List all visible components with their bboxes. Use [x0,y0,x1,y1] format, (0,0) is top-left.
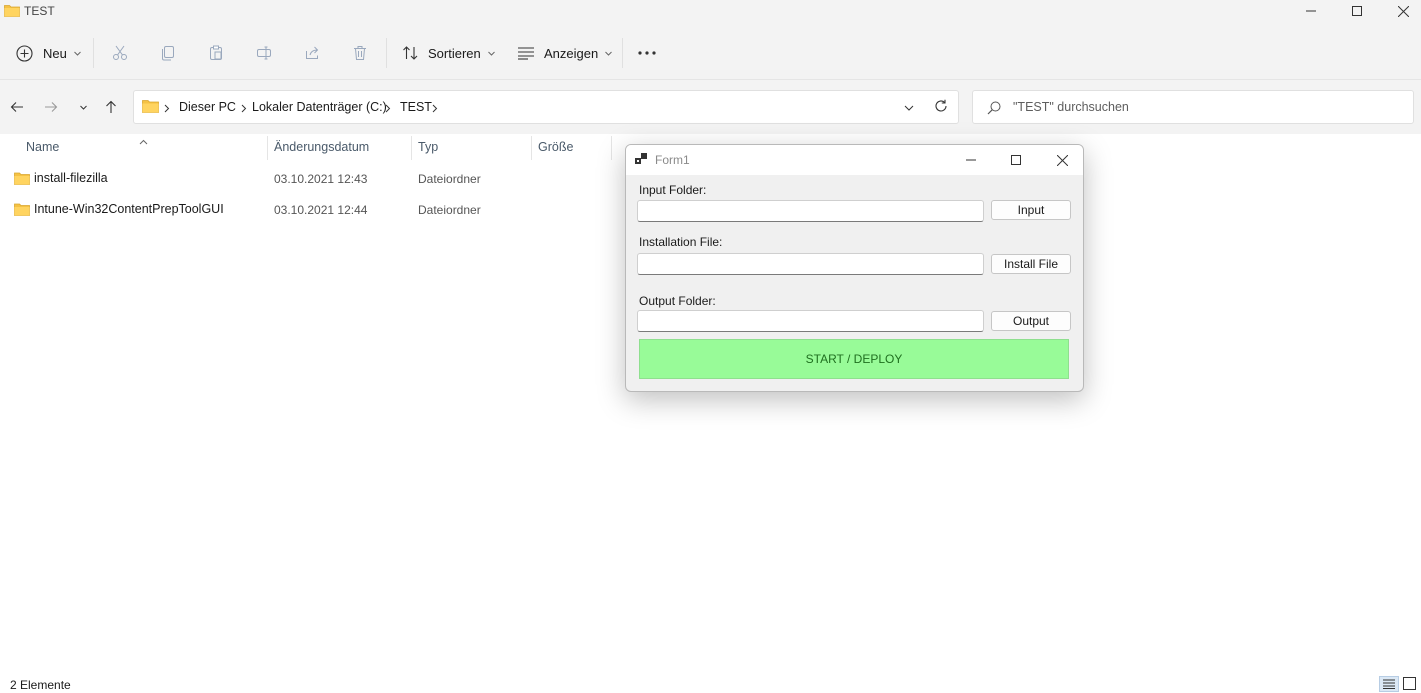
chevron-down-icon [74,51,81,56]
window-titlebar: TEST [0,0,1421,22]
new-label: Neu [43,45,67,61]
form-maximize-button[interactable] [1001,149,1031,171]
column-header-size[interactable]: Größe [538,140,573,154]
delete-icon[interactable] [350,43,370,63]
app-window-icon [635,153,649,168]
sort-ascending-caret-icon [139,134,148,148]
input-folder-label: Input Folder: [639,183,707,197]
folder-icon [142,99,159,116]
form-minimize-button[interactable] [956,149,986,171]
status-bar: 2 Elemente [0,674,1421,692]
search-placeholder: "TEST" durchsuchen [1013,100,1129,114]
file-name: install-filezilla [34,171,108,185]
installation-file-label: Installation File: [639,235,723,249]
recent-locations-chevron-icon[interactable] [72,96,94,118]
copy-icon[interactable] [158,43,178,63]
breadcrumb-local-disk[interactable]: Lokaler Datenträger (C:) [252,100,387,114]
file-name: Intune-Win32ContentPrepToolGUI [34,202,224,216]
input-button[interactable]: Input [991,200,1071,220]
form1-dialog: Form1 Input Folder: Input Installation F… [625,144,1084,392]
rename-icon[interactable] [254,43,274,63]
more-options-icon[interactable] [637,43,657,63]
toolbar-divider [386,38,387,68]
column-divider[interactable] [611,136,612,160]
close-button[interactable] [1380,0,1421,22]
chevron-down-icon [605,51,613,56]
breadcrumb-this-pc[interactable]: Dieser PC [179,100,236,114]
breadcrumb-separator-icon [164,102,170,116]
form-titlebar: Form1 [626,145,1083,175]
folder-icon [4,4,20,20]
column-header-name[interactable]: Name [26,140,59,154]
item-count: 2 Elemente [10,678,71,692]
cut-icon[interactable] [110,43,130,63]
form-close-button[interactable] [1047,149,1077,171]
output-folder-field[interactable] [637,310,984,332]
back-arrow-icon[interactable] [6,96,28,118]
command-bar: Neu Sortieren Anzeigen [0,22,1421,80]
navigation-bar: Dieser PC Lokaler Datenträger (C:) TEST … [0,80,1421,134]
column-header-date[interactable]: Änderungsdatum [274,140,369,154]
output-button[interactable]: Output [991,311,1071,331]
plus-circle-icon [16,44,33,62]
search-box[interactable]: "TEST" durchsuchen [972,90,1414,124]
toolbar-divider [93,38,94,68]
search-icon [987,101,1001,118]
file-type: Dateiordner [418,203,481,217]
column-divider[interactable] [531,136,532,160]
breadcrumb-separator-icon [385,102,391,116]
minimize-button[interactable] [1288,0,1334,22]
column-divider[interactable] [267,136,268,160]
installation-file-field[interactable] [637,253,984,275]
file-date: 03.10.2021 12:44 [274,203,368,217]
sort-icon [403,46,418,60]
paste-icon[interactable] [206,43,226,63]
address-bar[interactable]: Dieser PC Lokaler Datenträger (C:) TEST [133,90,959,124]
share-icon[interactable] [302,43,322,63]
column-divider[interactable] [411,136,412,160]
start-deploy-button[interactable]: START / DEPLOY [639,339,1069,379]
window-title: TEST [24,4,55,18]
sort-label: Sortieren [428,45,481,61]
breadcrumb-separator-icon [241,102,247,116]
forward-arrow-icon[interactable] [40,96,62,118]
folder-icon [14,203,30,219]
input-folder-field[interactable] [637,200,984,222]
refresh-icon[interactable] [934,99,948,116]
folder-icon [14,172,30,188]
sort-button[interactable]: Sortieren [402,39,496,67]
column-header-type[interactable]: Typ [418,140,438,154]
output-folder-label: Output Folder: [639,294,716,308]
breadcrumb-test[interactable]: TEST [400,100,432,114]
table-row[interactable]: install-filezilla 03.10.2021 12:43 Datei… [0,165,600,193]
view-label: Anzeigen [544,45,599,61]
install-file-button[interactable]: Install File [991,254,1071,274]
file-type: Dateiordner [418,172,481,186]
file-date: 03.10.2021 12:43 [274,172,368,186]
address-history-chevron-icon[interactable] [904,102,914,116]
new-button[interactable]: Neu [16,39,82,67]
toolbar-divider [622,38,623,68]
up-arrow-icon[interactable] [100,96,122,118]
view-list-icon [518,47,534,60]
breadcrumb-separator-icon [432,102,438,116]
maximize-button[interactable] [1334,0,1380,22]
view-button[interactable]: Anzeigen [517,39,613,67]
form-title: Form1 [655,153,690,167]
chevron-down-icon [487,51,495,56]
tiles-view-icon[interactable] [1403,677,1416,693]
details-view-icon[interactable] [1379,676,1399,692]
table-row[interactable]: Intune-Win32ContentPrepToolGUI 03.10.202… [0,196,600,224]
